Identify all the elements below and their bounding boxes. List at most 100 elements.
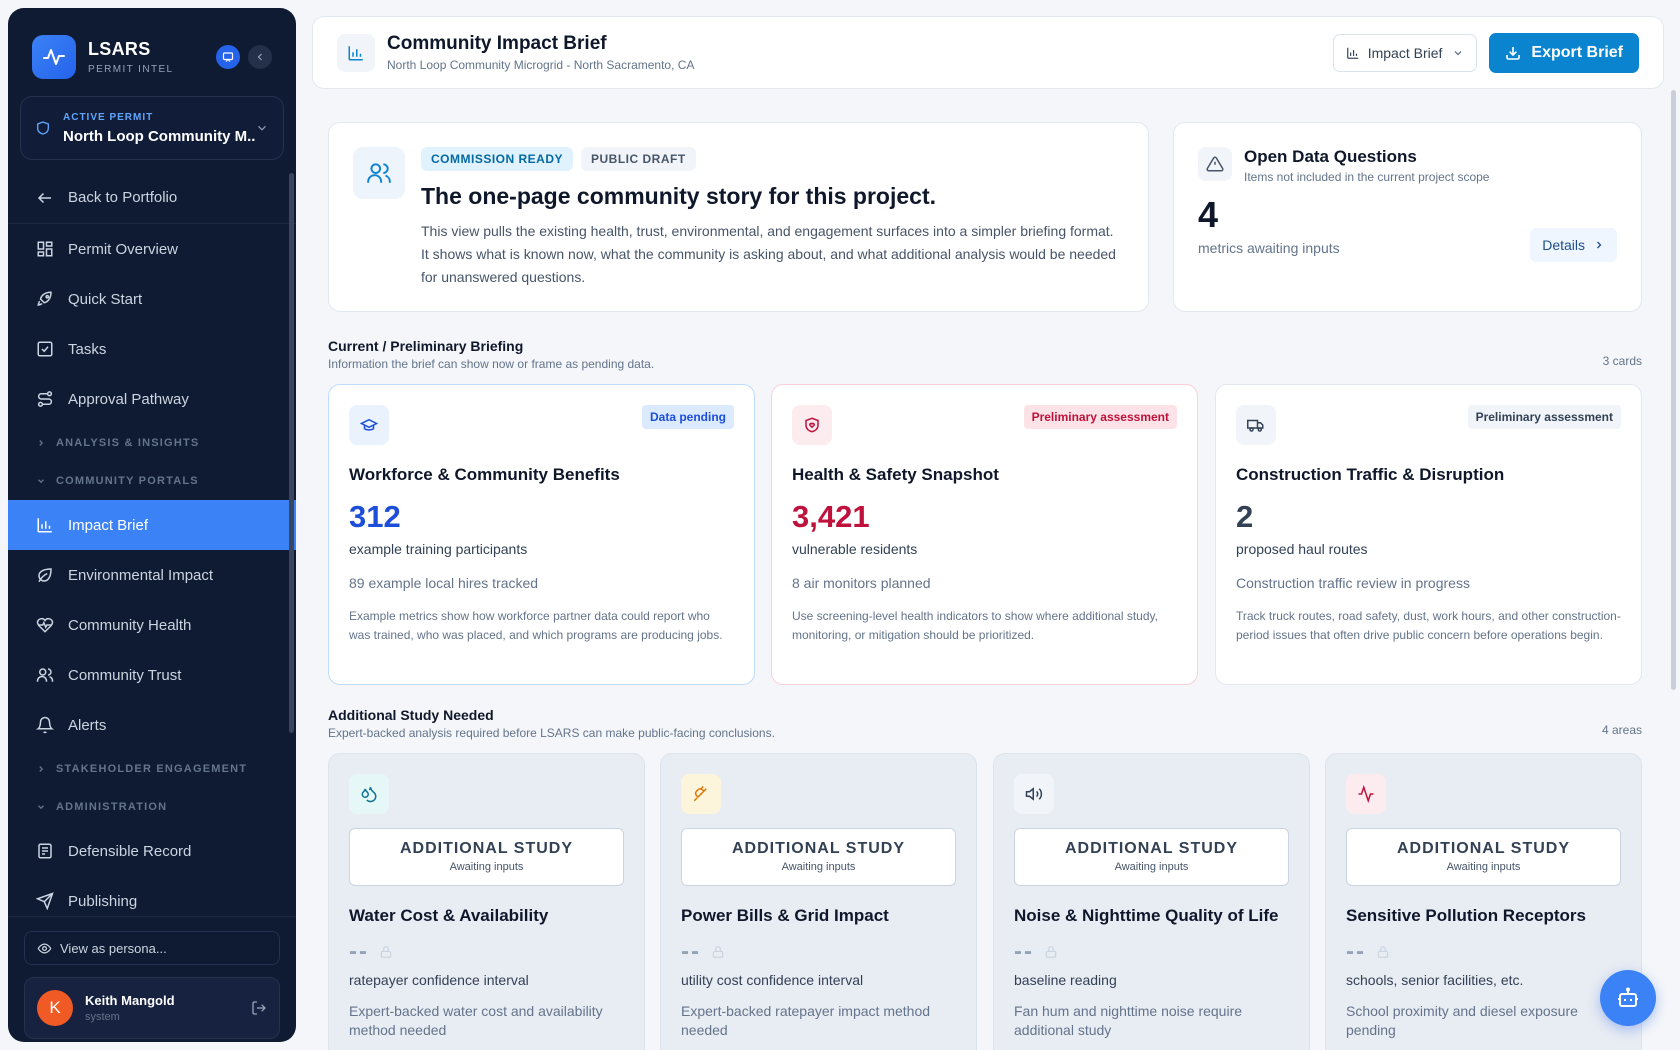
card-description: Expert-backed water cost and availabilit… (349, 1003, 603, 1038)
permit-label: ACTIVE PERMIT (63, 111, 154, 123)
sidebar-item-defensible-record[interactable]: Defensible Record (8, 826, 296, 876)
briefing-card-workforce[interactable]: Data pending Workforce & Community Benef… (328, 384, 755, 685)
chat-icon[interactable] (216, 45, 240, 69)
sidebar-item-alerts[interactable]: Alerts (8, 700, 296, 750)
card-metric-caption: vulnerable residents (792, 541, 918, 557)
sidebar-item-environmental-impact[interactable]: Environmental Impact (8, 550, 296, 600)
status-badge: Preliminary assessment (1023, 405, 1177, 429)
card-description: Use screening-level health indicators to… (792, 609, 1158, 642)
study-card-power[interactable]: ADDITIONAL STUDY Awaiting inputs Power B… (660, 753, 977, 1050)
collapse-sidebar-icon[interactable] (248, 45, 272, 69)
section-administration[interactable]: ADMINISTRATION (8, 788, 296, 826)
users-icon (36, 668, 54, 682)
study-card-water[interactable]: ADDITIONAL STUDY Awaiting inputs Water C… (328, 753, 645, 1050)
shield-icon (37, 121, 49, 135)
chevron-down-icon (38, 479, 44, 484)
bell-icon (36, 716, 54, 734)
section-title: Current / Preliminary Briefing (328, 338, 524, 354)
shield-heart-icon (792, 405, 832, 445)
card-secondary: Construction traffic review in progress (1236, 575, 1470, 591)
placeholder-dash: -- (1346, 938, 1366, 965)
chevron-down-icon (258, 125, 266, 131)
view-select[interactable]: Impact Brief (1332, 33, 1478, 72)
pulse-icon (32, 35, 76, 79)
card-description: School proximity and diesel exposure pen… (1346, 1003, 1578, 1038)
page-subtitle: North Loop Community Microgrid - North S… (387, 58, 695, 72)
user-name: Keith Mangold (85, 993, 175, 1008)
chevron-right-icon (39, 766, 44, 772)
banner-title: ADDITIONAL STUDY (731, 840, 906, 857)
banner-title: ADDITIONAL STUDY (399, 840, 574, 857)
checkbox-icon (37, 341, 53, 357)
section-label: ADMINISTRATION (56, 801, 168, 813)
lock-icon (1045, 946, 1057, 958)
briefing-section-header: Current / Preliminary Briefing Informati… (328, 338, 1642, 371)
card-description: Example metrics show how workforce partn… (349, 609, 723, 642)
placeholder-dash: -- (681, 938, 701, 965)
section-count: 3 cards (1602, 354, 1642, 368)
study-card-noise[interactable]: ADDITIONAL STUDY Awaiting inputs Noise &… (993, 753, 1310, 1050)
bot-icon (1618, 987, 1638, 1007)
download-icon (1506, 46, 1521, 60)
commission-ready-badge: COMMISSION READY (421, 147, 574, 171)
sidebar-item-impact-brief[interactable]: Impact Brief (8, 500, 296, 550)
sidebar-item-label: Alerts (68, 716, 107, 734)
metric-placeholder: -- (349, 938, 624, 966)
sidebar-item-community-trust[interactable]: Community Trust (8, 650, 296, 700)
chevron-down-icon (1454, 50, 1462, 55)
truck-icon (1236, 405, 1276, 445)
card-metric-caption: baseline reading (1014, 972, 1117, 988)
send-icon (36, 892, 54, 910)
assistant-bot-button[interactable] (1600, 970, 1656, 1026)
card-description: Fan hum and nighttime noise require addi… (1014, 1003, 1243, 1038)
study-card-pollution-receptors[interactable]: ADDITIONAL STUDY Awaiting inputs Sensiti… (1325, 753, 1642, 1050)
card-title: Power Bills & Grid Impact (681, 906, 889, 925)
odq-subtitle: Items not included in the current projec… (1244, 170, 1490, 184)
public-draft-badge: PUBLIC DRAFT (581, 147, 696, 171)
briefing-card-construction-traffic[interactable]: Preliminary assessment Construction Traf… (1215, 384, 1642, 685)
details-label: Details (1542, 237, 1585, 253)
sidebar-footer: View as persona... K Keith Mangold syste… (8, 916, 296, 1042)
sidebar-item-quick-start[interactable]: Quick Start (8, 274, 296, 324)
sidebar-item-label: Community Trust (68, 666, 182, 684)
card-title: Sensitive Pollution Receptors (1346, 906, 1586, 925)
briefing-card-health-safety[interactable]: Preliminary assessment Health & Safety S… (771, 384, 1198, 685)
open-data-questions-card: Open Data Questions Items not included i… (1173, 122, 1642, 312)
graduation-cap-icon (349, 405, 389, 445)
metric-placeholder: -- (1346, 938, 1621, 966)
section-label: ANALYSIS & INSIGHTS (56, 437, 200, 449)
plug-icon (681, 774, 721, 814)
placeholder-dash: -- (1014, 938, 1034, 965)
bar-chart-icon (337, 33, 375, 72)
sidebar-item-approval-pathway[interactable]: Approval Pathway (8, 374, 296, 424)
section-label: COMMUNITY PORTALS (56, 475, 199, 487)
rocket-icon (37, 291, 52, 306)
grid-icon (37, 241, 53, 257)
additional-study-banner: ADDITIONAL STUDY Awaiting inputs (681, 828, 956, 886)
sidebar-item-community-health[interactable]: Community Health (8, 600, 296, 650)
sidebar-item-permit-overview[interactable]: Permit Overview (8, 224, 296, 274)
back-to-portfolio[interactable]: Back to Portfolio (8, 172, 296, 224)
back-label: Back to Portfolio (68, 189, 178, 206)
banner-subtitle: Awaiting inputs (781, 861, 856, 873)
sidebar-item-tasks[interactable]: Tasks (8, 324, 296, 374)
sidebar-item-label: Tasks (68, 340, 107, 358)
active-permit-selector[interactable]: ACTIVE PERMIT North Loop Community M... (20, 96, 284, 160)
sidebar-scrollbar[interactable] (289, 173, 294, 733)
placeholder-dash: -- (349, 938, 369, 965)
main-scrollbar[interactable] (1671, 90, 1676, 690)
logout-icon[interactable] (251, 1000, 267, 1016)
export-brief-button[interactable]: Export Brief (1489, 32, 1639, 73)
view-as-persona-button[interactable]: View as persona... (24, 931, 280, 965)
chevron-right-icon (39, 440, 44, 446)
card-secondary: 89 example local hires tracked (349, 575, 539, 591)
section-stakeholder-engagement[interactable]: STAKEHOLDER ENGAGEMENT (8, 750, 296, 788)
sidebar-header: LSARS PERMIT INTEL (8, 8, 296, 88)
card-metric-caption: utility cost confidence interval (681, 972, 864, 988)
users-icon (353, 147, 405, 199)
section-analysis-insights[interactable]: ANALYSIS & INSIGHTS (8, 424, 296, 462)
details-button[interactable]: Details (1530, 228, 1617, 262)
section-community-portals[interactable]: COMMUNITY PORTALS (8, 462, 296, 500)
banner-subtitle: Awaiting inputs (449, 861, 524, 873)
sidebar-item-label: Approval Pathway (68, 390, 189, 408)
